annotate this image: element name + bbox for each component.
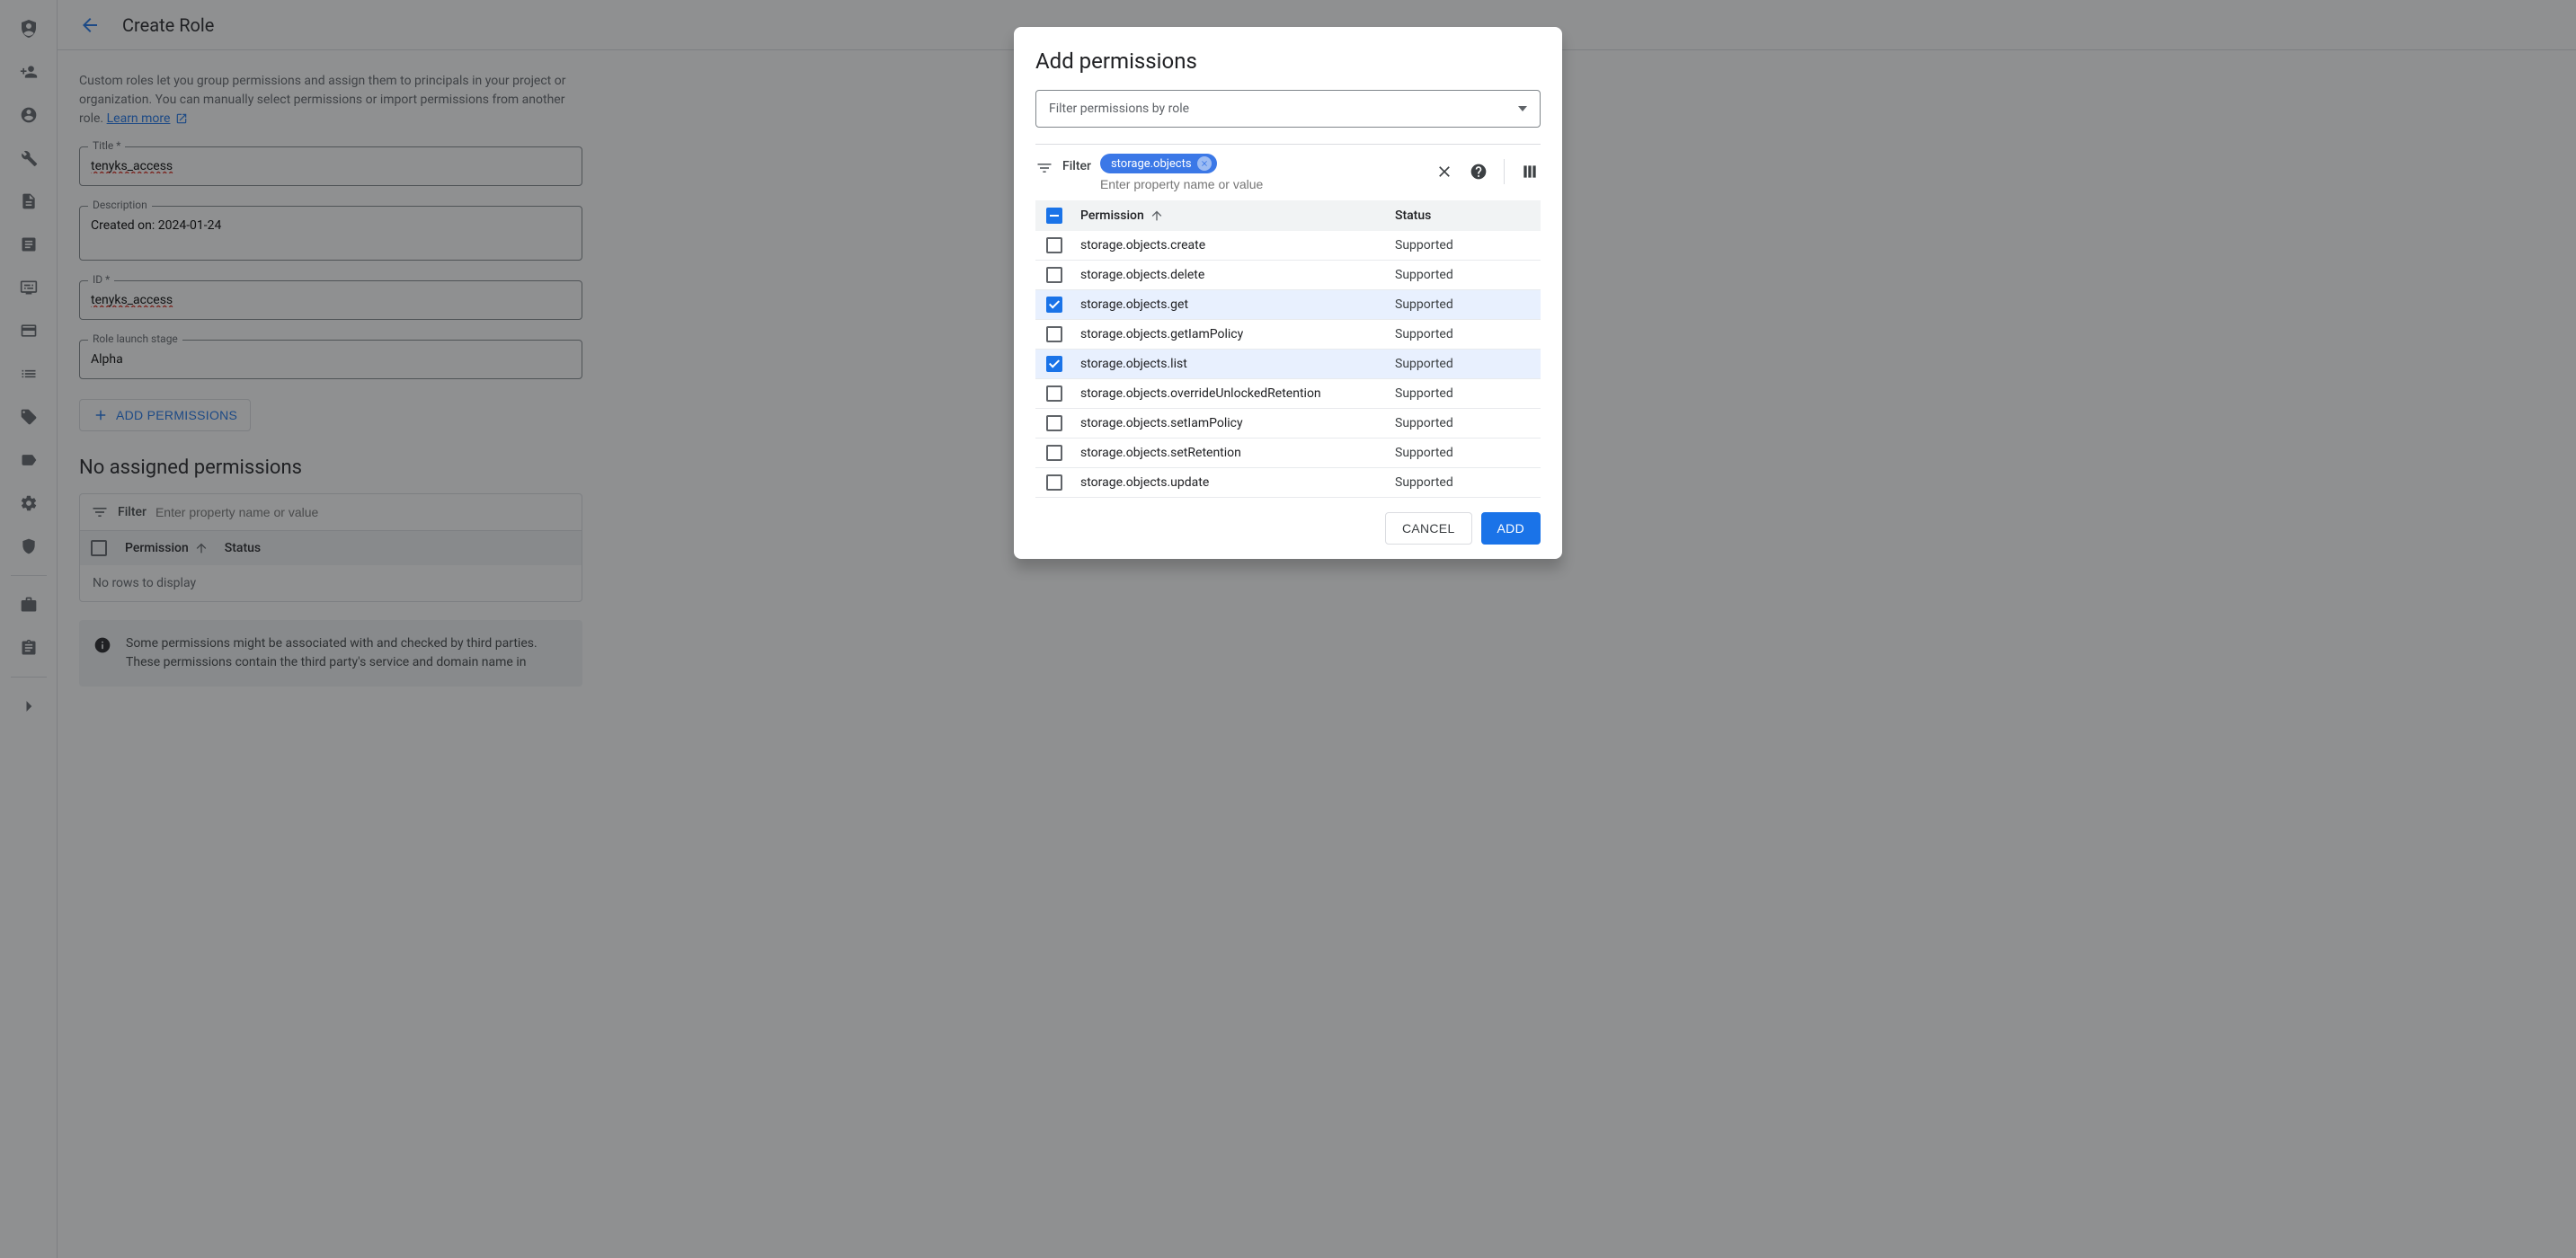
row-checkbox[interactable] xyxy=(1046,385,1062,402)
dialog-filter-label: Filter xyxy=(1062,159,1091,173)
permission-name: storage.objects.create xyxy=(1080,238,1379,252)
permission-name: storage.objects.setRetention xyxy=(1080,446,1379,460)
permission-name: storage.objects.list xyxy=(1080,357,1379,371)
dialog-select-all-checkbox[interactable] xyxy=(1046,208,1062,224)
row-checkbox[interactable] xyxy=(1046,297,1062,313)
permission-status: Supported xyxy=(1395,416,1530,430)
dialog-filter-row: Filter storage.objects xyxy=(1035,144,1541,200)
permission-status: Supported xyxy=(1395,297,1530,312)
permission-status: Supported xyxy=(1395,357,1530,371)
dialog-footer: CANCEL ADD xyxy=(1014,498,1562,559)
permission-row[interactable]: storage.objects.getIamPolicy Supported xyxy=(1035,320,1541,350)
row-checkbox[interactable] xyxy=(1046,267,1062,283)
role-select-placeholder: Filter permissions by role xyxy=(1049,102,1189,116)
dialog-col-permission[interactable]: Permission xyxy=(1080,208,1379,223)
row-checkbox[interactable] xyxy=(1046,237,1062,253)
permission-name: storage.objects.overrideUnlockedRetentio… xyxy=(1080,386,1379,401)
permission-name: storage.objects.get xyxy=(1080,297,1379,312)
permission-row[interactable]: storage.objects.delete Supported xyxy=(1035,261,1541,290)
permission-row[interactable]: storage.objects.setIamPolicy Supported xyxy=(1035,409,1541,439)
permission-row[interactable]: storage.objects.overrideUnlockedRetentio… xyxy=(1035,379,1541,409)
row-checkbox[interactable] xyxy=(1046,356,1062,372)
permission-status: Supported xyxy=(1395,475,1530,490)
filter-by-role-select[interactable]: Filter permissions by role xyxy=(1035,90,1541,128)
permission-status: Supported xyxy=(1395,268,1530,282)
cancel-button[interactable]: CANCEL xyxy=(1385,512,1472,545)
columns-icon[interactable] xyxy=(1521,163,1539,181)
permission-row[interactable]: storage.objects.list Supported xyxy=(1035,350,1541,379)
add-button[interactable]: ADD xyxy=(1481,512,1541,545)
permission-name: storage.objects.delete xyxy=(1080,268,1379,282)
permission-row[interactable]: storage.objects.create Supported xyxy=(1035,231,1541,261)
filter-chip[interactable]: storage.objects xyxy=(1100,154,1217,173)
permission-status: Supported xyxy=(1395,238,1530,252)
permission-status: Supported xyxy=(1395,386,1530,401)
row-checkbox[interactable] xyxy=(1046,415,1062,431)
permission-name: storage.objects.update xyxy=(1080,475,1379,490)
filter-icon xyxy=(1035,159,1053,177)
modal-overlay[interactable]: Add permissions Filter permissions by ro… xyxy=(0,0,2576,1258)
dialog-title: Add permissions xyxy=(1014,27,1562,90)
sort-arrow-icon xyxy=(1150,208,1164,223)
help-icon[interactable] xyxy=(1470,163,1488,181)
permission-status: Supported xyxy=(1395,327,1530,341)
permission-row[interactable]: storage.objects.update Supported xyxy=(1035,468,1541,498)
permission-name: storage.objects.getIamPolicy xyxy=(1080,327,1379,341)
permission-status: Supported xyxy=(1395,446,1530,460)
dialog-col-status[interactable]: Status xyxy=(1395,208,1530,223)
separator xyxy=(1504,159,1505,184)
row-checkbox[interactable] xyxy=(1046,474,1062,491)
property-input[interactable] xyxy=(1100,177,1298,191)
clear-filter-icon[interactable] xyxy=(1435,163,1453,181)
add-permissions-dialog: Add permissions Filter permissions by ro… xyxy=(1014,27,1562,559)
chip-text: storage.objects xyxy=(1111,157,1192,171)
row-checkbox[interactable] xyxy=(1046,445,1062,461)
permission-name: storage.objects.setIamPolicy xyxy=(1080,416,1379,430)
dropdown-arrow-icon xyxy=(1518,106,1527,111)
permission-row[interactable]: storage.objects.get Supported xyxy=(1035,290,1541,320)
permission-row[interactable]: storage.objects.setRetention Supported xyxy=(1035,439,1541,468)
dialog-table-header: Permission Status xyxy=(1035,200,1541,231)
row-checkbox[interactable] xyxy=(1046,326,1062,342)
chip-remove-icon[interactable] xyxy=(1197,156,1212,171)
